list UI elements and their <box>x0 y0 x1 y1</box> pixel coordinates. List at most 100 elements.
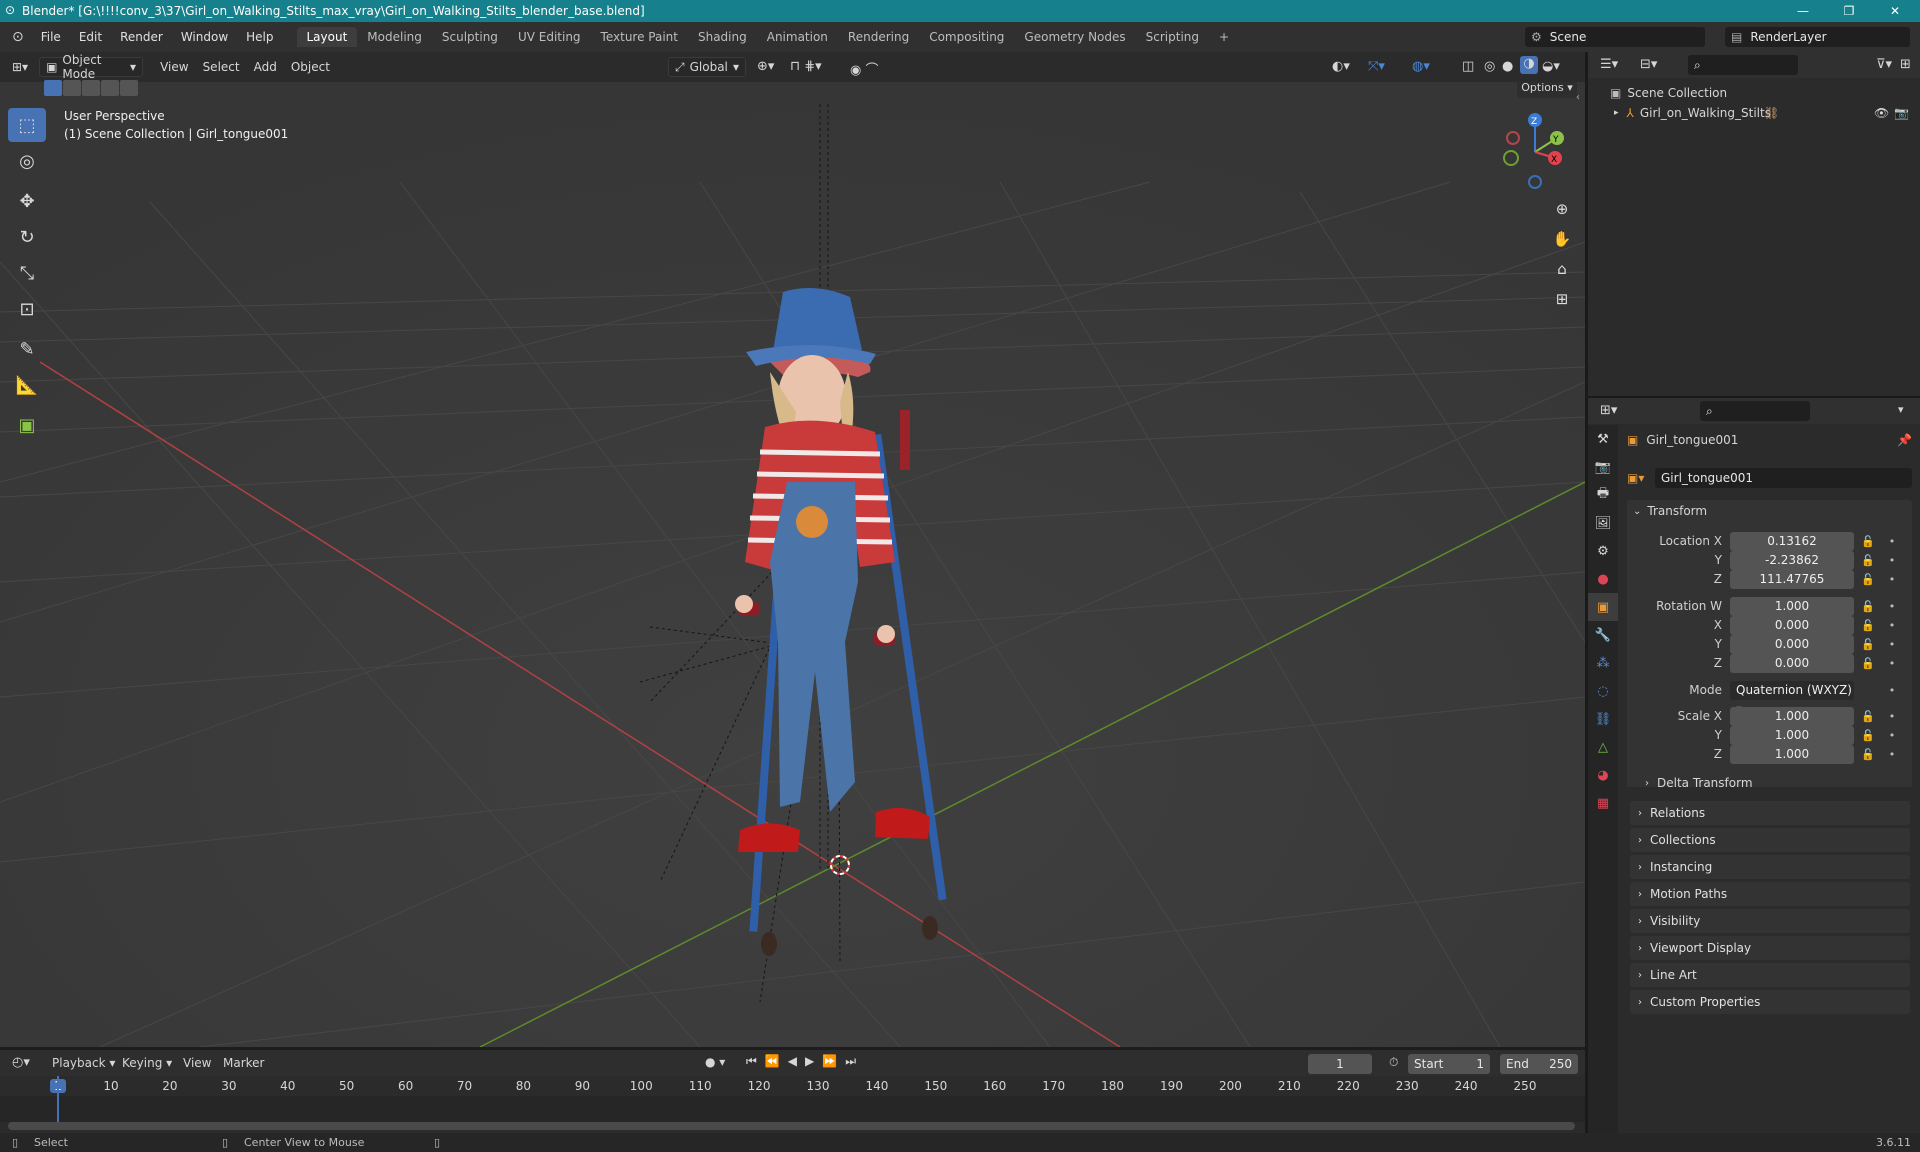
panel-line-art[interactable]: › Line Art <box>1630 963 1910 987</box>
frame-ruler[interactable]: 1102030405060708090100110120130140150160… <box>0 1076 1585 1096</box>
solid-shading-icon[interactable]: ● <box>1502 59 1513 74</box>
orientation-dropdown[interactable]: ⤢ Global ▾ <box>668 57 746 77</box>
delta-transform-subpanel[interactable]: › Delta Transform <box>1645 776 1753 790</box>
viewport-menu-select[interactable]: Select <box>196 60 247 74</box>
menu-file[interactable]: File <box>32 30 70 44</box>
editor-type-icon[interactable]: ⊞▾ <box>0 60 35 74</box>
keyframe-dot-icon[interactable]: • <box>1882 600 1902 613</box>
tab-shading[interactable]: Shading <box>688 27 757 47</box>
select-box-tool[interactable]: ⬚ <box>8 108 46 142</box>
scale-y-field[interactable]: 1.000 <box>1730 725 1854 745</box>
navigation-gizmo[interactable]: Z Y X <box>1495 112 1575 192</box>
lock-icon[interactable]: 🔓 <box>1858 554 1878 567</box>
tab-animation[interactable]: Animation <box>757 27 838 47</box>
keyframe-dot-icon[interactable]: • <box>1882 729 1902 742</box>
keyframe-dot-icon[interactable]: • <box>1882 554 1902 567</box>
scale-z-field[interactable]: 1.000 <box>1730 744 1854 764</box>
viewport-menu-view[interactable]: View <box>153 60 195 74</box>
panel-relations[interactable]: › Relations <box>1630 801 1910 825</box>
lock-icon[interactable]: 🔓 <box>1858 657 1878 670</box>
lock-icon[interactable]: 🔓 <box>1858 710 1878 723</box>
measure-tool[interactable]: 📐 <box>8 368 46 402</box>
camera-view-icon[interactable]: ⌂ <box>1550 254 1574 284</box>
particles-tab-icon[interactable]: ⁂ <box>1588 649 1618 677</box>
expand-arrow-icon[interactable]: ▸ <box>1614 108 1619 118</box>
keyframe-dot-icon[interactable]: • <box>1882 657 1902 670</box>
play-reverse-icon[interactable]: ◀ <box>788 1054 797 1069</box>
new-collection-icon[interactable]: ⊞ <box>1900 57 1911 72</box>
keyframe-dot-icon[interactable]: • <box>1882 710 1902 723</box>
outliner-item-scene-collection[interactable]: ▣ Scene Collection <box>1610 86 1727 100</box>
options-button[interactable]: Options ▾ <box>1517 82 1577 98</box>
rotation-x-field[interactable]: 0.000 <box>1730 615 1854 635</box>
pin-icon[interactable]: 📌 <box>1897 433 1912 447</box>
world-tab-icon[interactable]: ● <box>1588 565 1618 593</box>
tab-scripting[interactable]: Scripting <box>1136 27 1209 47</box>
output-tab-icon[interactable]: 🖶 <box>1588 481 1618 509</box>
panel-visibility[interactable]: › Visibility <box>1630 909 1910 933</box>
record-icon[interactable]: ● ▾ <box>705 1055 725 1069</box>
outliner-item-girl[interactable]: ▸ ⅄ Girl_on_Walking_Stilts ⛓ 👁 📷 <box>1614 106 1914 120</box>
timeline-editor-icon[interactable]: ◴▾ <box>12 1055 30 1070</box>
panel-viewport-display[interactable]: › Viewport Display <box>1630 936 1910 960</box>
menu-edit[interactable]: Edit <box>70 30 111 44</box>
location-x-field[interactable]: 0.13162 <box>1730 531 1854 551</box>
lock-icon[interactable]: 🔓 <box>1858 619 1878 632</box>
lock-icon[interactable]: 🔓 <box>1858 729 1878 742</box>
modifier-tab-icon[interactable]: 🔧 <box>1588 621 1618 649</box>
mode-dropdown[interactable]: ▣ Object Mode ▾ <box>39 53 144 81</box>
menu-help[interactable]: Help <box>237 30 282 44</box>
render-camera-icon[interactable]: 📷 <box>1894 106 1909 120</box>
select-intersect-icon[interactable] <box>120 80 138 96</box>
maximize-button[interactable]: ❐ <box>1826 0 1872 22</box>
lock-icon[interactable]: 🔓 <box>1858 748 1878 761</box>
datablock-type-icon[interactable]: ▣▾ <box>1627 471 1655 485</box>
tab-layout[interactable]: Layout <box>296 27 358 47</box>
zoom-icon[interactable]: ⊕ <box>1550 194 1574 224</box>
current-frame-field[interactable]: 1 <box>1308 1054 1372 1074</box>
material-shading-icon[interactable]: ◑ <box>1520 56 1538 74</box>
lock-icon[interactable]: 🔓 <box>1858 600 1878 613</box>
timeline-menu-keying[interactable]: Keying ▾ <box>122 1056 172 1070</box>
timeline-menu-playback[interactable]: Playback ▾ <box>52 1056 115 1070</box>
rotation-z-field[interactable]: 0.000 <box>1730 653 1854 673</box>
location-y-field[interactable]: -2.23862 <box>1730 550 1854 570</box>
menu-window[interactable]: Window <box>172 30 237 44</box>
tab-compositing[interactable]: Compositing <box>919 27 1014 47</box>
annotate-tool[interactable]: ✎ <box>8 332 46 366</box>
scale-x-field[interactable]: 1.000 <box>1730 706 1854 726</box>
properties-search-input[interactable]: ⌕ <box>1700 401 1810 421</box>
visibility-icon[interactable]: ◐▾ <box>1332 59 1350 74</box>
viewport-menu-add[interactable]: Add <box>247 60 284 74</box>
lock-icon[interactable]: 🔓 <box>1858 638 1878 651</box>
proportional-edit-icon[interactable]: ◉ ⌒ <box>850 59 878 78</box>
view-layer-tab-icon[interactable]: 🖼 <box>1588 509 1618 537</box>
rotation-y-field[interactable]: 0.000 <box>1730 634 1854 654</box>
keyframe-dot-icon[interactable]: • <box>1882 638 1902 651</box>
select-invert-icon[interactable] <box>101 80 119 96</box>
rendered-shading-icon[interactable]: ◒▾ <box>1542 59 1560 74</box>
scene-tab-icon[interactable]: ⚙ <box>1588 537 1618 565</box>
keyframe-dot-icon[interactable]: • <box>1882 535 1902 548</box>
tab-sculpting[interactable]: Sculpting <box>432 27 508 47</box>
panel-collections[interactable]: › Collections <box>1630 828 1910 852</box>
eye-icon[interactable]: 👁 <box>1874 106 1889 120</box>
material-tab-icon[interactable]: ◕ <box>1588 761 1618 789</box>
data-tab-icon[interactable]: △ <box>1588 733 1618 761</box>
outliner-editor-icon[interactable]: ☰▾ <box>1600 57 1618 72</box>
lock-icon[interactable]: 🔓 <box>1858 535 1878 548</box>
display-mode-icon[interactable]: ⊟▾ <box>1640 57 1657 72</box>
panel-motion-paths[interactable]: › Motion Paths <box>1630 882 1910 906</box>
render-tab-icon[interactable]: 📷 <box>1588 453 1618 481</box>
keyframe-dot-icon[interactable]: • <box>1882 748 1902 761</box>
properties-editor-icon[interactable]: ⊞▾ <box>1600 403 1617 418</box>
chevron-down-icon[interactable]: ▾ <box>1898 403 1904 416</box>
keyframe-dot-icon[interactable]: • <box>1882 684 1902 697</box>
renderlayer-selector[interactable]: ▤ RenderLayer <box>1725 27 1910 47</box>
tab-uv-editing[interactable]: UV Editing <box>508 27 591 47</box>
move-tool[interactable]: ✥ <box>8 184 46 218</box>
xray-icon[interactable]: ◫ <box>1462 59 1474 74</box>
add-cube-tool[interactable]: ▣ <box>8 408 46 442</box>
snap-icon[interactable]: ⊓ ⋕▾ <box>790 59 822 74</box>
menu-render[interactable]: Render <box>111 30 172 44</box>
